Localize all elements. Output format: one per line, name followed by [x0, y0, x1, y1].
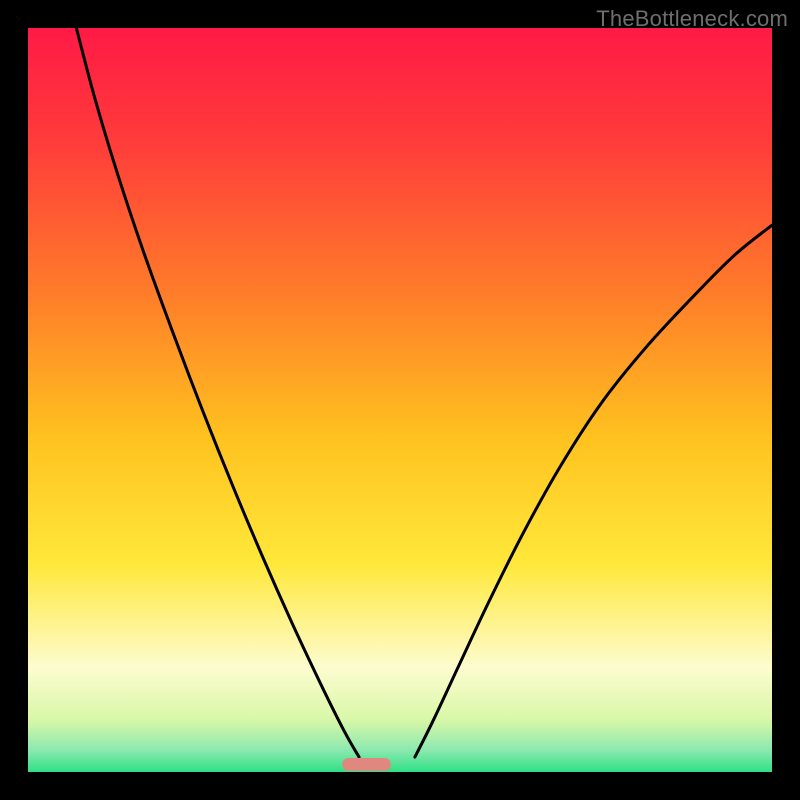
chart-frame	[28, 28, 772, 772]
curve-left-branch	[76, 28, 359, 757]
watermark-text: TheBottleneck.com	[596, 6, 788, 32]
chart-curve-layer	[28, 28, 772, 772]
optimum-marker	[342, 758, 390, 771]
curve-right-branch	[415, 225, 772, 757]
